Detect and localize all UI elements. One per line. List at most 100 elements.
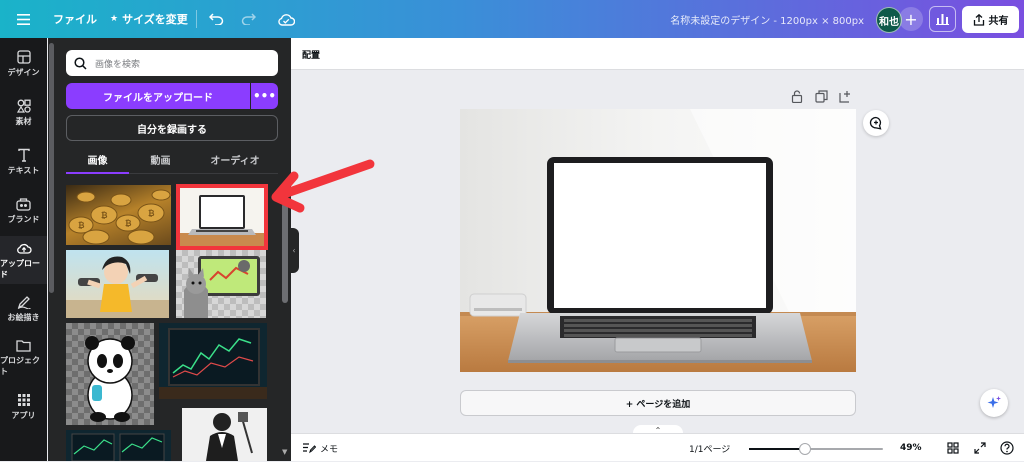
apps-icon: [17, 394, 30, 406]
rail-item-label: デザイン: [7, 68, 40, 77]
thumbnail-trading-desk[interactable]: [66, 430, 171, 461]
star-icon: ★: [110, 14, 119, 24]
duplicate-icon[interactable]: [815, 90, 828, 106]
thumbnail-laptop-selected[interactable]: [176, 184, 268, 250]
rail-scrollbar[interactable]: [48, 38, 55, 461]
rail-item-apps[interactable]: アプリ: [0, 383, 47, 431]
rail-scroll-thumb[interactable]: [49, 43, 54, 293]
rail-item-label: アップロード: [0, 258, 40, 279]
share-icon: [973, 13, 984, 26]
document-title[interactable]: 名称未設定のデザイン - 1200px × 800px: [670, 0, 864, 38]
search-input[interactable]: 画像を検索: [66, 50, 278, 76]
cat-computer-image: [184, 256, 260, 318]
layout-icon: [16, 50, 31, 64]
page-indicator[interactable]: 1/1ページ: [689, 434, 730, 462]
rail-item-label: アプリ: [11, 411, 36, 420]
top-bar: ファイル ★ サイズを変更 名称未設定のデザイン - 1200px × 800p…: [0, 0, 1024, 38]
rail-item-draw[interactable]: お絵描き: [0, 285, 47, 333]
lock-icon[interactable]: [791, 90, 803, 106]
svg-text:₿: ₿: [78, 221, 85, 230]
notes-icon: [303, 443, 316, 454]
notes-label: メモ: [320, 444, 339, 455]
add-page-icon[interactable]: [839, 90, 852, 106]
undo-icon[interactable]: [206, 0, 226, 38]
rail-item-text[interactable]: テキスト: [0, 138, 47, 186]
notes-button[interactable]: メモ: [302, 434, 338, 462]
zoom-slider-knob[interactable]: [799, 443, 812, 455]
svg-text:₿: ₿: [148, 209, 155, 218]
context-toolbar: 配置: [291, 38, 1024, 70]
upload-files-button[interactable]: ファイルをアップロード: [66, 83, 250, 109]
active-tab-indicator: [66, 172, 129, 174]
collapse-panel-button[interactable]: ‹: [289, 228, 299, 273]
businessman-image: [206, 412, 253, 461]
rail-item-brand[interactable]: ブランド: [0, 187, 47, 235]
scroll-down-icon[interactable]: ▼: [282, 448, 288, 456]
arrange-button[interactable]: 配置: [302, 48, 320, 61]
share-button[interactable]: 共有: [962, 6, 1019, 33]
anime-girl-image: [66, 256, 169, 318]
cloud-upload-icon: [16, 243, 32, 254]
panda-image: [85, 336, 135, 422]
thumbnail-anime-girl[interactable]: [66, 250, 169, 318]
grid-view-icon[interactable]: [947, 434, 959, 462]
cloud-icon[interactable]: [276, 0, 296, 38]
file-menu-button[interactable]: ファイル: [53, 0, 97, 38]
search-placeholder: 画像を検索: [95, 59, 141, 70]
thumbnail-bitcoin-coins[interactable]: ₿ ₿ ₿ ₿: [66, 185, 171, 245]
plus-icon: +: [904, 9, 918, 29]
rail-item-projects[interactable]: プロジェクト: [0, 334, 47, 382]
add-comment-button[interactable]: [863, 110, 889, 136]
sparkle-icon: [987, 396, 1001, 408]
design-canvas[interactable]: [460, 109, 856, 372]
thumbnail-panda[interactable]: [66, 323, 154, 425]
comment-plus-icon: [869, 116, 882, 130]
search-icon: [74, 56, 87, 70]
add-page-button[interactable]: + ページを追加: [460, 390, 856, 416]
redo-icon[interactable]: [238, 0, 258, 38]
rail-item-design[interactable]: デザイン: [0, 40, 47, 88]
zoom-slider-fill: [749, 448, 806, 450]
svg-text:₿: ₿: [101, 211, 108, 220]
side-rail: デザイン 素材 テキスト ブランド アップロード お絵描き プロジェクト アプリ: [0, 38, 47, 461]
trading-chart-image: [159, 328, 267, 399]
help-icon[interactable]: [1000, 434, 1014, 462]
uploads-panel: 画像を検索 ファイルをアップロード ••• 自分を録画する 画像 動画 オーディ…: [55, 38, 291, 461]
folder-icon: [16, 340, 31, 352]
text-icon: [17, 148, 30, 162]
resize-label: サイズを変更: [122, 13, 188, 26]
rail-item-elements[interactable]: 素材: [0, 89, 47, 137]
zoom-slider[interactable]: [749, 443, 883, 455]
thumbnail-cat-computer[interactable]: [176, 250, 266, 318]
rail-item-label: プロジェクト: [0, 356, 40, 376]
toolbar-divider: [196, 10, 197, 28]
hamburger-icon[interactable]: [12, 0, 34, 38]
chevron-left-icon: ‹: [292, 246, 296, 255]
bottom-bar: メモ 1/1ページ 49%: [291, 433, 1024, 461]
insights-button[interactable]: [929, 6, 956, 32]
resize-button[interactable]: ★ サイズを変更: [110, 0, 188, 38]
draw-icon: [17, 296, 31, 309]
record-yourself-button[interactable]: 自分を録画する: [66, 115, 278, 141]
magic-assistant-button[interactable]: [980, 389, 1008, 417]
rail-item-label: 素材: [15, 117, 32, 126]
rail-item-label: ブランド: [7, 215, 40, 224]
svg-text:₿: ₿: [125, 219, 132, 228]
fullscreen-icon[interactable]: [974, 434, 986, 462]
thumbnail-businessman-sketch[interactable]: [182, 408, 267, 461]
invite-plus-button[interactable]: +: [899, 7, 923, 31]
trading-desk-image: [71, 433, 165, 461]
zoom-level[interactable]: 49%: [900, 434, 922, 462]
thumbnail-trading-chart[interactable]: [159, 323, 267, 399]
rail-item-uploads[interactable]: アップロード: [0, 236, 47, 284]
upload-more-button[interactable]: •••: [251, 83, 278, 109]
tab-images[interactable]: 画像: [66, 146, 129, 172]
laptop-photo: [460, 109, 856, 372]
bar-chart-icon: [936, 14, 949, 25]
coins-image: ₿ ₿ ₿ ₿: [68, 189, 171, 245]
red-arrow-annotation: [271, 159, 375, 213]
rail-item-label: テキスト: [7, 166, 40, 175]
brand-icon: [16, 198, 31, 211]
laptop-image: [180, 195, 264, 246]
tab-videos[interactable]: 動画: [129, 146, 192, 172]
